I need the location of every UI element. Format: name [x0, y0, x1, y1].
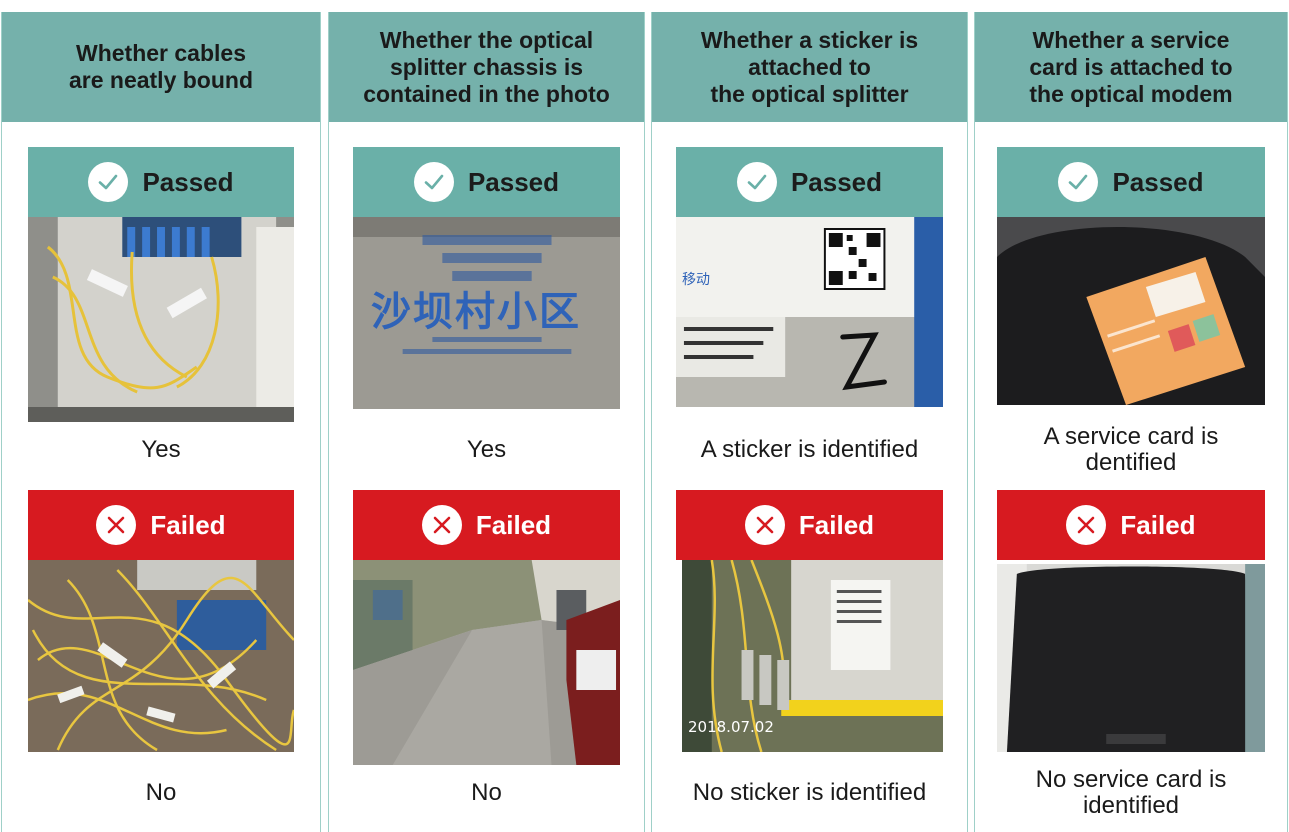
passed-caption: Yes	[466, 436, 507, 463]
failed-banner: Failed	[997, 490, 1265, 560]
passed-caption: A sticker is identified	[700, 436, 919, 463]
check-circle-icon	[88, 162, 129, 202]
passed-banner: Passed	[28, 147, 294, 217]
failed-label: Failed	[150, 509, 226, 540]
failed-caption: No	[145, 779, 177, 806]
column-splitter-chassis: Whether the optical splitter chassis is …	[328, 12, 645, 832]
failed-label: Failed	[475, 509, 552, 540]
failed-photo: 2018.07.02	[682, 560, 943, 752]
passed-label: Passed	[467, 166, 560, 197]
column-sticker-splitter: Whether a sticker is attached to the opt…	[651, 12, 968, 832]
failed-caption: No	[471, 779, 502, 806]
x-circle-icon	[1066, 505, 1107, 545]
check-circle-icon	[413, 162, 454, 202]
failed-photo	[353, 560, 620, 765]
passed-label: Passed	[142, 166, 234, 197]
column-header: Whether the optical splitter chassis is …	[329, 12, 644, 122]
passed-photo: 移动	[676, 217, 943, 407]
photo-logo-text: 移动	[682, 272, 710, 288]
column-cables-bound: Whether cables are neatly bound Passed Y…	[1, 12, 321, 832]
passed-banner: Passed	[997, 147, 1265, 217]
failed-banner: Failed	[353, 490, 620, 560]
failed-caption: No sticker is identified	[692, 779, 927, 806]
column-header: Whether a sticker is attached to the opt…	[652, 12, 967, 122]
check-circle-icon	[1058, 162, 1099, 202]
passed-photo: 沙坝村小区	[353, 217, 620, 409]
passed-label: Passed	[1112, 166, 1204, 197]
failed-caption: No service card is identified	[1035, 766, 1227, 819]
passed-banner: Passed	[353, 147, 620, 217]
column-header: Whether cables are neatly bound	[2, 12, 320, 122]
passed-caption: Yes	[141, 436, 181, 463]
failed-photo	[28, 560, 294, 752]
photo-sign-text: 沙坝村小区	[371, 289, 581, 335]
column-header: Whether a service card is attached to th…	[975, 12, 1287, 122]
failed-banner: Failed	[28, 490, 294, 560]
x-circle-icon	[96, 505, 137, 545]
x-circle-icon	[421, 505, 462, 545]
passed-banner: Passed	[676, 147, 943, 217]
failed-photo	[997, 564, 1265, 752]
failed-label: Failed	[1120, 509, 1196, 540]
failed-banner: Failed	[676, 490, 943, 560]
photo-timestamp: 2018.07.02	[688, 718, 774, 736]
x-circle-icon	[744, 505, 785, 545]
passed-photo	[28, 217, 294, 422]
column-service-card: Whether a service card is attached to th…	[974, 12, 1288, 832]
passed-caption: A service card is dentified	[1043, 423, 1219, 476]
passed-label: Passed	[790, 166, 883, 197]
passed-photo	[997, 217, 1265, 405]
check-circle-icon	[736, 162, 777, 202]
failed-label: Failed	[798, 509, 875, 540]
